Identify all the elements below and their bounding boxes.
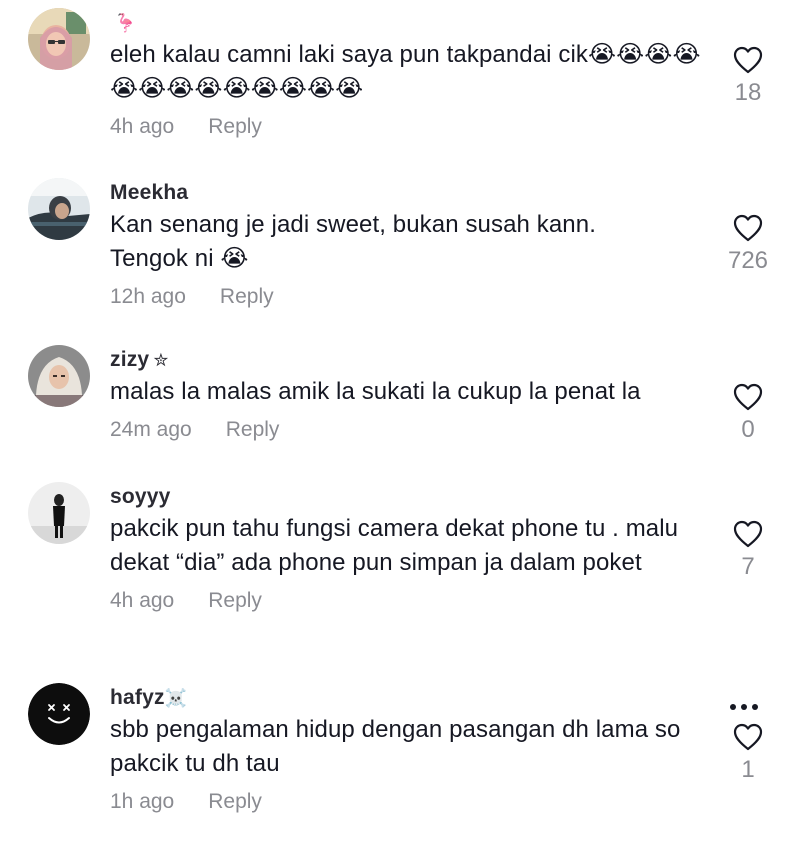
like-control: 1	[718, 723, 778, 785]
comment-text: Kan senang je jadi sweet, bukan susah ka…	[110, 211, 596, 272]
username[interactable]: 🦩	[110, 8, 710, 38]
avatar[interactable]	[28, 482, 90, 544]
like-count: 726	[727, 247, 769, 274]
more-options-icon[interactable]	[730, 697, 766, 710]
comment-time: 4h ago	[110, 115, 175, 138]
username-emoji: 🦩	[114, 13, 137, 34]
avatar[interactable]	[28, 178, 90, 240]
comment-time: 1h ago	[110, 790, 175, 813]
username[interactable]: zizy ✮	[110, 345, 710, 375]
username-emoji: ✮	[153, 350, 169, 371]
heart-outline-icon[interactable]	[733, 214, 763, 242]
like-count: 7	[741, 553, 755, 580]
username-emoji: ☠️	[164, 688, 188, 709]
like-control: 7	[718, 520, 778, 582]
avatar[interactable]	[28, 683, 90, 745]
avatar[interactable]	[28, 8, 90, 70]
username[interactable]: Meekha	[110, 178, 710, 208]
reply-button[interactable]: Reply	[208, 589, 262, 612]
like-control: 726	[718, 214, 778, 276]
comment-text: pakcik pun tahu fungsi camera dekat phon…	[110, 515, 679, 576]
reply-button[interactable]: Reply	[226, 418, 280, 441]
comment-text: eleh kalau camni laki saya pun takpandai…	[110, 41, 701, 102]
like-control: 18	[718, 46, 778, 108]
heart-outline-icon[interactable]	[733, 383, 763, 411]
like-count: 18	[734, 79, 762, 106]
username[interactable]: soyyy	[110, 482, 710, 512]
like-count: 1	[741, 756, 755, 783]
heart-outline-icon[interactable]	[733, 46, 763, 74]
like-control: 0	[718, 383, 778, 445]
reply-button[interactable]: Reply	[208, 115, 262, 138]
comment-time: 12h ago	[110, 285, 186, 308]
username[interactable]: hafyz☠️	[110, 683, 710, 713]
like-count: 0	[741, 416, 755, 443]
reply-button[interactable]: Reply	[208, 790, 262, 813]
reply-button[interactable]: Reply	[220, 285, 274, 308]
comment-text: sbb pengalaman hidup dengan pasangan dh …	[110, 716, 681, 777]
comment-time: 24m ago	[110, 418, 192, 441]
avatar[interactable]	[28, 345, 90, 407]
comment-text: malas la malas amik la sukati la cukup l…	[110, 378, 641, 405]
heart-outline-icon[interactable]	[733, 520, 763, 548]
heart-outline-icon[interactable]	[733, 723, 763, 751]
comment-time: 4h ago	[110, 589, 175, 612]
